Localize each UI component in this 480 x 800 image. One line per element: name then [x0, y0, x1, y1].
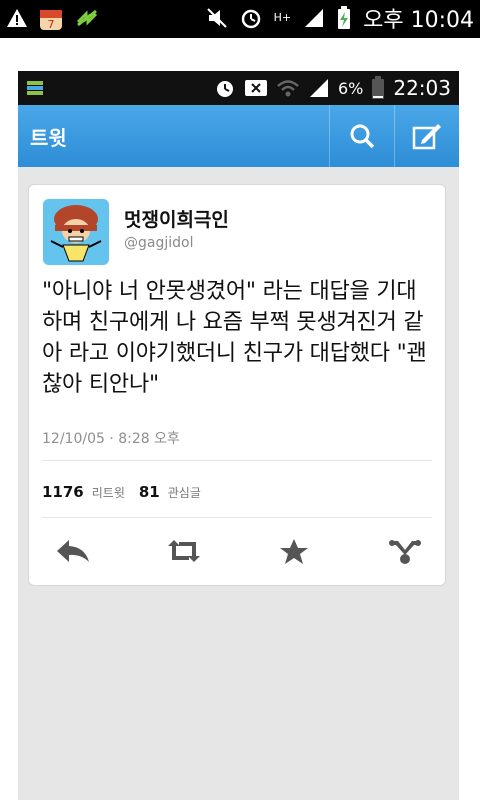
app-notification-icon: 7 — [38, 4, 64, 32]
retweet-button[interactable] — [160, 532, 208, 570]
status-bar: 7 H+ 오후 10:04 — [0, 0, 480, 38]
status-time: 오후 10:04 — [363, 8, 474, 33]
screen-mirroring-icon — [244, 77, 268, 99]
signal-icon — [303, 7, 325, 29]
tweet-timestamp: 12/10/05 · 8:28 오후 — [42, 431, 180, 447]
favorite-button[interactable] — [270, 532, 318, 570]
inner-status-time: 22:03 — [393, 76, 451, 100]
reply-button[interactable] — [49, 532, 97, 570]
share-button[interactable] — [381, 532, 429, 570]
tweet-text: "아니야 너 안못생겼어" 라는 대답을 기대하며 친구에게 나 요즘 부쩍 못… — [42, 279, 427, 397]
tweet-stats: 1176 리트윗 81 관심글 — [42, 483, 201, 501]
battery-charging-icon — [337, 6, 351, 30]
reply-icon — [55, 538, 91, 564]
network-type-label: H+ — [273, 11, 292, 24]
favorite-label: 관심글 — [167, 485, 201, 500]
warning-icon — [6, 7, 28, 29]
battery-icon — [371, 76, 385, 100]
tweet-screen: 6% 22:03 트윗 멋쟁이희극인 @gagjidol "아니야 너 안못생겼… — [18, 71, 459, 800]
compose-icon — [412, 122, 442, 150]
avatar[interactable] — [43, 199, 109, 265]
signal-icon — [308, 77, 330, 99]
network-type-icon: H+ — [273, 11, 292, 24]
mute-icon — [206, 7, 228, 29]
search-button[interactable] — [329, 105, 394, 167]
retweet-icon — [165, 538, 203, 564]
search-icon — [348, 122, 376, 150]
app-bar: 트윗 — [18, 105, 459, 167]
battery-percent: 6% — [337, 78, 364, 98]
user-handle[interactable]: @gagjidol — [124, 235, 193, 251]
alarm-icon — [214, 77, 236, 99]
inner-status-bar: 6% 22:03 — [18, 71, 459, 105]
user-display-name[interactable]: 멋쟁이희극인 — [124, 205, 229, 232]
alarm-icon — [240, 7, 262, 29]
tweet-card: 멋쟁이희극인 @gagjidol "아니야 너 안못생겼어" 라는 대답을 기대… — [28, 184, 446, 586]
divider — [42, 517, 432, 518]
retweet-count[interactable]: 1176 — [42, 483, 84, 501]
page-title: 트윗 — [30, 125, 67, 150]
favorite-count[interactable]: 81 — [139, 483, 160, 501]
star-icon — [279, 537, 309, 565]
notification-icon — [26, 80, 44, 96]
svg-text:7: 7 — [48, 18, 55, 31]
wifi-icon — [276, 77, 300, 99]
tweet-actions — [49, 532, 429, 570]
share-icon — [388, 537, 422, 565]
divider — [42, 460, 432, 461]
retweet-label: 리트윗 — [91, 485, 125, 500]
sync-icon — [74, 6, 100, 30]
compose-button[interactable] — [394, 105, 459, 167]
